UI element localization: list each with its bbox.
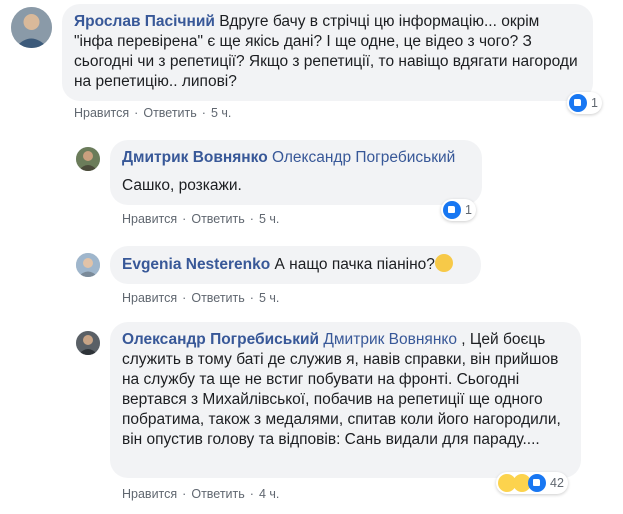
avatar-image [11, 7, 52, 48]
comment-actions: Нравится · Ответить · 5 ч. [74, 106, 231, 120]
avatar-image [76, 147, 100, 171]
reaction-count: 42 [550, 476, 564, 490]
avatar[interactable] [76, 147, 100, 171]
comment-bubble: Дмитрик Вовнянко Олександр Погребиський … [110, 140, 482, 205]
reaction-count: 1 [465, 203, 472, 217]
comment-mention[interactable]: Дмитрик Вовнянко [323, 331, 457, 348]
reaction-summary[interactable]: 1 [567, 92, 602, 114]
avatar-image [76, 253, 100, 277]
separator: · [249, 212, 254, 226]
separator: · [182, 291, 187, 305]
timestamp[interactable]: 4 ч. [259, 487, 279, 501]
like-button[interactable]: Нравится [74, 106, 129, 120]
comment-bubble: Evgenia Nesterenko А нащо пачка піаніно? [110, 246, 481, 284]
reply-button[interactable]: Ответить [143, 106, 196, 120]
comment-text: , Цей боєць служить в тому баті де служи… [122, 331, 561, 448]
avatar[interactable] [11, 7, 52, 48]
avatar-image [76, 331, 100, 355]
comment-actions: Нравится · Ответить · 5 ч. [122, 291, 279, 305]
reply-button[interactable]: Ответить [191, 291, 244, 305]
separator: · [201, 106, 206, 120]
comment-text: А нащо пачка піаніно? [274, 256, 435, 273]
reaction-summary[interactable]: 42 [496, 472, 568, 494]
comment-author[interactable]: Олександр Погребиський [122, 331, 319, 348]
comment-text: Сашко, розкажи. [122, 177, 242, 194]
comment-author[interactable]: Дмитрик Вовнянко [122, 149, 268, 166]
comment-bubble: Ярослав Пасічний Вдруге бачу в стрічці ц… [62, 4, 593, 101]
reply-button[interactable]: Ответить [191, 212, 244, 226]
like-button[interactable]: Нравится [122, 291, 177, 305]
comment-author[interactable]: Ярослав Пасічний [74, 13, 215, 30]
separator: · [249, 291, 254, 305]
like-button[interactable]: Нравится [122, 212, 177, 226]
comment-actions: Нравится · Ответить · 5 ч. [122, 212, 279, 226]
timestamp[interactable]: 5 ч. [259, 291, 279, 305]
like-icon [528, 474, 546, 492]
timestamp[interactable]: 5 ч. [211, 106, 231, 120]
comment-author[interactable]: Evgenia Nesterenko [122, 256, 270, 273]
like-icon [569, 94, 587, 112]
separator: · [182, 212, 187, 226]
comment-mention[interactable]: Олександр Погребиський [272, 149, 455, 166]
timestamp[interactable]: 5 ч. [259, 212, 279, 226]
separator: · [182, 487, 187, 501]
like-icon [443, 201, 461, 219]
reply-button[interactable]: Ответить [191, 487, 244, 501]
avatar[interactable] [76, 331, 100, 355]
comment-bubble: Олександр Погребиський Дмитрик Вовнянко … [110, 322, 581, 478]
emoji-icon [434, 254, 453, 272]
comment-actions: Нравится · Ответить · 4 ч. [122, 487, 279, 501]
like-button[interactable]: Нравится [122, 487, 177, 501]
avatar[interactable] [76, 253, 100, 277]
reaction-summary[interactable]: 1 [441, 199, 476, 221]
separator: · [134, 106, 139, 120]
reaction-count: 1 [591, 96, 598, 110]
separator: · [249, 487, 254, 501]
